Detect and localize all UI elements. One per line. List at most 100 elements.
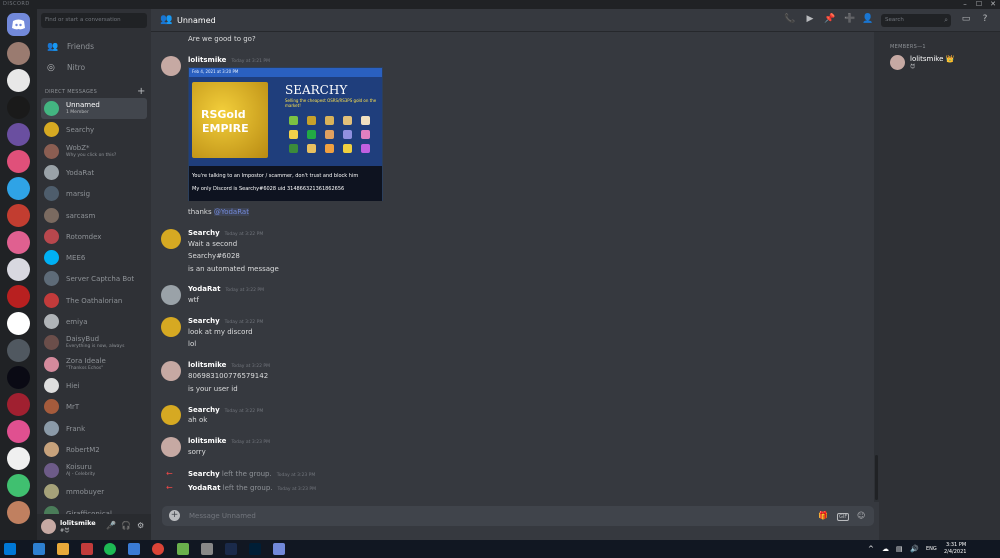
windows-start-icon[interactable] <box>4 543 16 555</box>
taskbar-app-icon[interactable] <box>57 543 69 555</box>
message-author[interactable]: Searchy Today at 3:22 PM <box>188 317 263 325</box>
dm-item[interactable]: emiya <box>41 311 147 332</box>
video-icon[interactable]: ▶ <box>804 14 816 24</box>
network-icon[interactable]: ▤ <box>896 545 903 553</box>
avatar[interactable] <box>161 405 181 425</box>
gift-icon[interactable]: 🎁 <box>818 511 828 520</box>
upload-button[interactable]: + <box>169 510 180 521</box>
volume-icon[interactable]: 🔊 <box>910 545 919 553</box>
create-dm-button[interactable]: + <box>137 86 145 97</box>
members-icon[interactable]: 👤 <box>862 14 874 24</box>
avatar[interactable] <box>161 285 181 305</box>
deafen-button[interactable]: 🎧 <box>121 521 131 530</box>
dm-item[interactable]: Server Captcha Bot <box>41 268 147 289</box>
avatar[interactable] <box>161 56 181 76</box>
call-icon[interactable]: 📞 <box>784 14 796 24</box>
dm-item[interactable]: Rotomdex <box>41 226 147 247</box>
server-icon[interactable] <box>7 177 30 200</box>
spotify-icon[interactable] <box>104 543 116 555</box>
message-input[interactable]: + Message Unnamed 🎁 GIF ☺ <box>162 506 874 526</box>
gif-icon[interactable]: GIF <box>837 513 850 521</box>
taskbar-app-icon[interactable] <box>33 543 45 555</box>
server-icon[interactable] <box>7 96 30 119</box>
dm-item[interactable]: RobertM2 <box>41 439 147 460</box>
server-icon[interactable] <box>7 501 30 524</box>
server-icon[interactable] <box>7 393 30 416</box>
close-button[interactable]: ✕ <box>986 0 1000 9</box>
message-author[interactable]: lolitsmike Today at 3:23 PM <box>188 437 270 445</box>
pin-icon[interactable]: 📌 <box>824 14 836 24</box>
server-icon[interactable] <box>7 285 30 308</box>
taskbar-app-icon[interactable] <box>177 543 189 555</box>
maximize-button[interactable]: ☐ <box>972 0 986 9</box>
input-language[interactable]: ENG <box>926 546 937 552</box>
tray-icon[interactable]: ☁ <box>882 545 889 553</box>
search-input[interactable]: Search ⌕ <box>881 14 951 27</box>
server-icon[interactable] <box>7 312 30 335</box>
avatar[interactable] <box>41 519 56 534</box>
tray-arrow-icon[interactable]: ^ <box>868 545 874 553</box>
avatar[interactable] <box>161 361 181 381</box>
server-icon[interactable] <box>7 231 30 254</box>
scrollbar-thumb[interactable] <box>875 455 878 500</box>
message-author[interactable]: lolitsmike Today at 3:21 PM <box>188 56 270 64</box>
conversation-search-input[interactable]: Find or start a conversation <box>41 13 147 28</box>
dm-item[interactable]: The Oathalorian <box>41 290 147 311</box>
avatar[interactable] <box>161 317 181 337</box>
server-icon[interactable] <box>7 258 30 281</box>
mute-button[interactable]: 🎤 <box>106 521 116 530</box>
server-icon[interactable] <box>7 204 30 227</box>
dm-item[interactable]: Hiei <box>41 375 147 396</box>
taskbar-app-icon[interactable] <box>225 543 237 555</box>
nav-friends[interactable]: 👥 Friends <box>41 39 147 55</box>
nav-nitro[interactable]: ◎ Nitro <box>41 60 147 76</box>
server-icon[interactable] <box>7 150 30 173</box>
user-settings-button[interactable]: ⚙ <box>137 521 144 530</box>
add-member-icon[interactable]: ➕ <box>844 14 856 24</box>
server-icon[interactable] <box>7 420 30 443</box>
dm-item[interactable]: Zora Ideale "Thankss Echos" <box>41 354 147 375</box>
avatar[interactable] <box>161 437 181 457</box>
clock-date[interactable]: 2/4/2021 <box>944 549 966 555</box>
dm-item[interactable]: MEE6 <box>41 247 147 268</box>
message-author[interactable]: Searchy Today at 3:22 PM <box>188 406 263 414</box>
taskbar-app-icon[interactable] <box>201 543 213 555</box>
inbox-icon[interactable]: ▭ <box>960 14 972 24</box>
dm-item[interactable]: MrT <box>41 396 147 417</box>
dm-item[interactable]: DaisyBud Everything is now, always <box>41 332 147 353</box>
server-icon[interactable] <box>7 69 30 92</box>
photoshop-icon[interactable] <box>249 543 261 555</box>
help-icon[interactable]: ? <box>979 14 991 24</box>
dm-item[interactable]: Unnamed 1 Member <box>41 98 147 119</box>
dm-item[interactable]: sarcasm <box>41 205 147 226</box>
home-button[interactable] <box>7 13 30 36</box>
taskbar-app-icon[interactable] <box>81 543 93 555</box>
dm-item[interactable]: Koisuru AJ - Celebrity <box>41 460 147 481</box>
dm-item[interactable]: WobZ* Why you click on this? <box>41 141 147 162</box>
server-icon[interactable] <box>7 123 30 146</box>
server-icon[interactable] <box>7 42 30 65</box>
discord-taskbar-icon[interactable] <box>273 543 285 555</box>
clock-time[interactable]: 3:31 PM <box>946 542 966 548</box>
message-author[interactable]: Searchy Today at 3:22 PM <box>188 229 263 237</box>
server-icon[interactable] <box>7 447 30 470</box>
avatar[interactable] <box>890 55 905 70</box>
message-author[interactable]: lolitsmike Today at 3:22 PM <box>188 361 270 369</box>
user-mention[interactable]: @YodaRat <box>213 208 249 216</box>
image-attachment[interactable]: Feb 4, 2021 at 3:20 PM RSGold EMPIRE SEA… <box>188 67 383 201</box>
server-icon[interactable] <box>7 474 30 497</box>
server-icon[interactable] <box>7 366 30 389</box>
taskbar-app-icon[interactable] <box>128 543 140 555</box>
dm-item[interactable]: YodaRat <box>41 162 147 183</box>
member-name[interactable]: lolitsmike 👑 <box>910 55 954 63</box>
emoji-icon[interactable]: ☺ <box>857 511 865 520</box>
avatar[interactable] <box>161 229 181 249</box>
chrome-icon[interactable] <box>152 543 164 555</box>
dm-item[interactable]: marsig <box>41 183 147 204</box>
dm-item[interactable]: Searchy <box>41 119 147 140</box>
dm-item[interactable]: Frank <box>41 418 147 439</box>
minimize-button[interactable]: – <box>958 0 972 9</box>
dm-item[interactable]: mmobuyer <box>41 481 147 502</box>
server-icon[interactable] <box>7 339 30 362</box>
message-author[interactable]: YodaRat Today at 3:22 PM <box>188 285 264 293</box>
